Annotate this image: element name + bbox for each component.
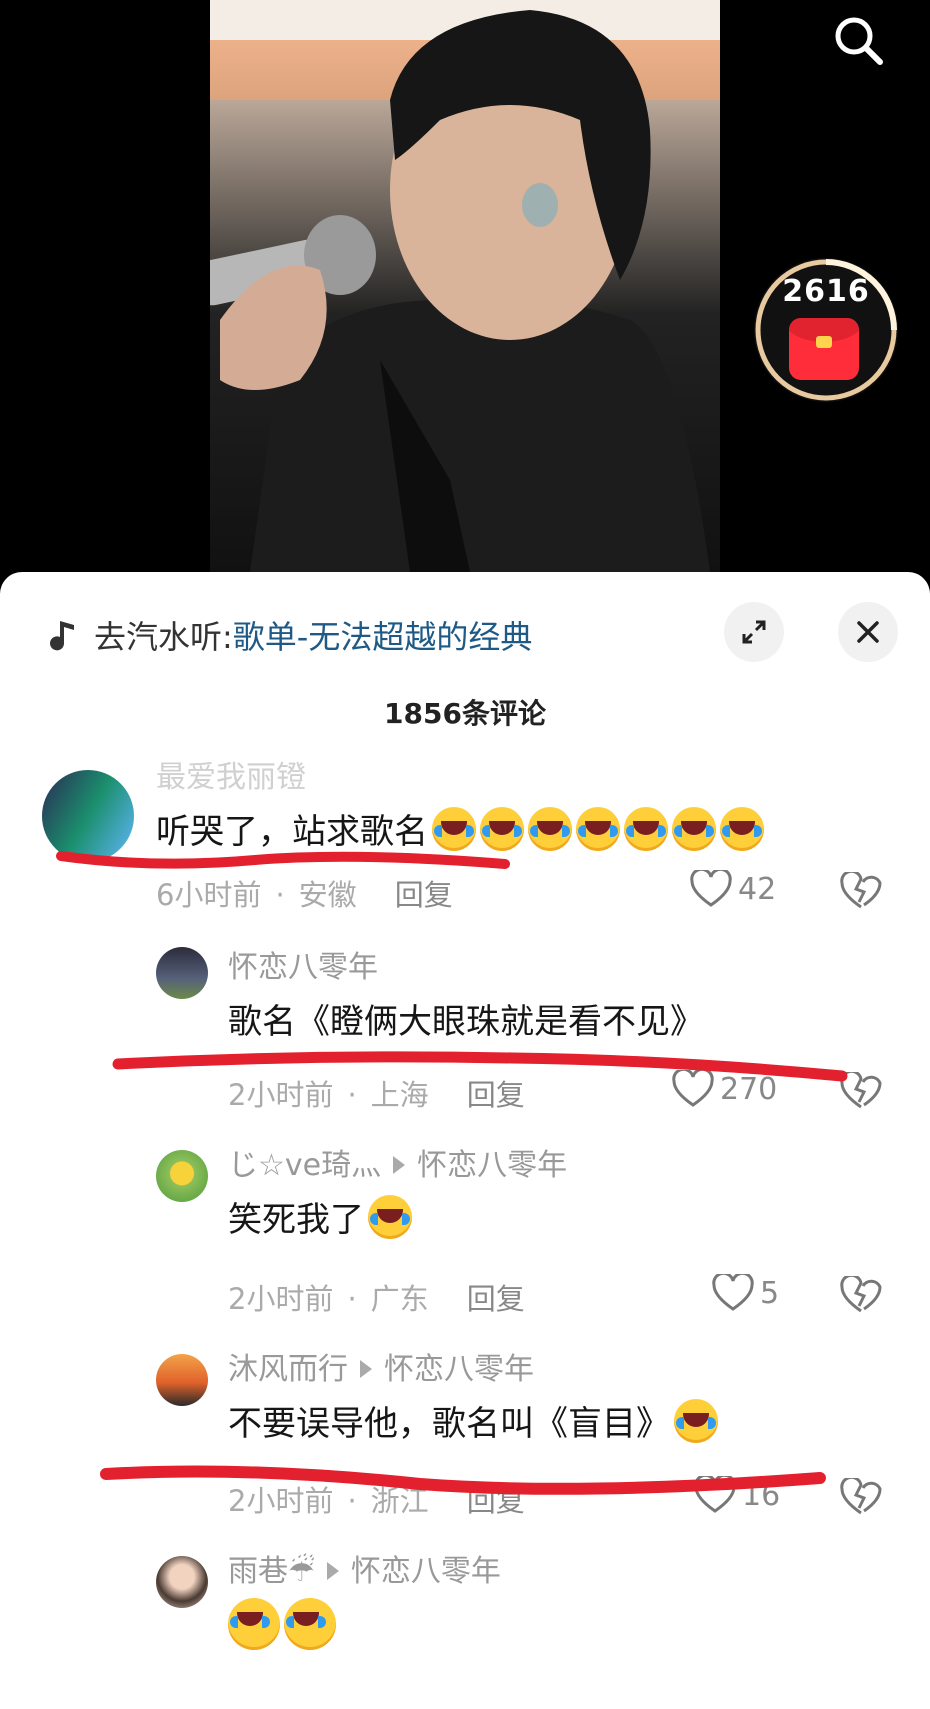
reply-arrow-icon xyxy=(393,1156,406,1174)
reply-button[interactable]: 回复 xyxy=(467,1078,525,1112)
comment-meta: 2小时前 · 上海 回复 xyxy=(228,1078,525,1112)
comment-region: 浙江 xyxy=(370,1484,429,1518)
comment-body: 听哭了，站求歌名 xyxy=(156,812,428,852)
heart-icon xyxy=(694,1476,736,1513)
singer-image xyxy=(210,10,710,572)
comment-username[interactable]: 怀恋八零年 xyxy=(228,942,378,986)
music-link[interactable]: 去汽水听: 歌单-无法超越的经典 xyxy=(46,612,532,658)
like-count: 270 xyxy=(720,1071,778,1107)
expand-icon xyxy=(742,620,766,644)
heart-icon xyxy=(672,1070,714,1107)
reply-button[interactable]: 回复 xyxy=(395,878,453,912)
comment-text xyxy=(228,1598,336,1651)
crying-laughing-emoji-icon xyxy=(720,807,764,851)
search-icon xyxy=(835,17,883,65)
comment-region: 广东 xyxy=(370,1282,429,1316)
sheet-bottom-edge xyxy=(0,1696,930,1709)
playlist-link[interactable]: 歌单-无法超越的经典 xyxy=(233,612,533,658)
like-button[interactable]: 270 xyxy=(672,1070,777,1108)
crying-laughing-emoji-icon xyxy=(528,807,572,851)
comment-meta: 2小时前 · 广东 回复 xyxy=(228,1282,525,1316)
reply-arrow-icon xyxy=(360,1360,372,1378)
comment-region: 上海 xyxy=(370,1078,429,1112)
like-count: 42 xyxy=(738,871,777,907)
crying-laughing-emoji-icon xyxy=(672,807,716,851)
comment-body: 不要误导他，歌名叫《盲目》 xyxy=(228,1404,670,1444)
comment-username: 雨巷☔ 怀恋八零年 xyxy=(228,1546,501,1590)
video-area[interactable]: 2616 xyxy=(0,0,930,600)
comment-meta: 2小时前 · 浙江 回复 xyxy=(228,1484,525,1518)
reply-button[interactable]: 回复 xyxy=(467,1484,525,1518)
reply-author[interactable]: 雨巷☔ xyxy=(228,1554,315,1589)
broken-heart-icon[interactable] xyxy=(840,1276,882,1314)
avatar[interactable] xyxy=(156,947,208,999)
crying-laughing-emoji-icon xyxy=(576,807,620,851)
video-frame[interactable] xyxy=(210,0,720,572)
comment-meta: 6小时前 · 安徽 回复 xyxy=(156,878,453,912)
avatar[interactable] xyxy=(156,1354,208,1406)
avatar[interactable] xyxy=(156,1556,208,1608)
comment-text: 听哭了，站求歌名 xyxy=(156,804,764,853)
crying-laughing-emoji-icon xyxy=(432,807,476,851)
red-envelope-icon xyxy=(789,318,859,380)
crying-laughing-emoji-icon xyxy=(228,1598,280,1650)
crying-laughing-emoji-icon xyxy=(480,807,524,851)
crying-laughing-emoji-icon xyxy=(674,1399,718,1443)
music-note-icon xyxy=(50,621,74,651)
like-count: 16 xyxy=(742,1477,781,1513)
reply-button[interactable]: 回复 xyxy=(467,1282,525,1316)
expand-button[interactable] xyxy=(724,602,784,662)
comment-username[interactable]: 最爱我丽镫 xyxy=(156,752,306,796)
comment-time: 6小时前 xyxy=(156,878,262,912)
broken-heart-icon[interactable] xyxy=(840,1072,882,1110)
heart-icon xyxy=(712,1274,754,1311)
comment-time: 2小时前 xyxy=(228,1078,334,1112)
comment-region: 安徽 xyxy=(298,878,357,912)
close-icon xyxy=(857,621,879,643)
comment-text: 歌名《瞪俩大眼珠就是看不见》 xyxy=(228,1002,704,1042)
reply-target[interactable]: 怀恋八零年 xyxy=(384,1352,534,1387)
heart-icon xyxy=(690,870,732,907)
avatar[interactable] xyxy=(42,770,134,862)
like-button[interactable]: 16 xyxy=(694,1476,780,1514)
reply-author[interactable]: 沐风而行 xyxy=(228,1352,348,1387)
broken-heart-icon[interactable] xyxy=(840,872,882,910)
reply-author[interactable]: じ☆ve琦灬 xyxy=(228,1148,381,1183)
comment-sheet: 去汽水听: 歌单-无法超越的经典 1856条评论 最爱我丽镫 听哭了，站求歌名 … xyxy=(0,572,930,1709)
comment-count: 1856条评论 xyxy=(384,697,546,730)
close-button[interactable] xyxy=(838,602,898,662)
comment-username: 沐风而行 怀恋八零年 xyxy=(228,1344,534,1388)
like-button[interactable]: 5 xyxy=(712,1274,779,1312)
reply-arrow-icon xyxy=(326,1562,339,1580)
music-prefix: 去汽水听: xyxy=(94,618,233,656)
crying-laughing-emoji-icon xyxy=(284,1598,336,1650)
comment-body: 笑死我了 xyxy=(228,1200,364,1240)
like-count: 5 xyxy=(760,1275,780,1311)
comment-text: 不要误导他，歌名叫《盲目》 xyxy=(228,1396,718,1445)
reply-target[interactable]: 怀恋八零年 xyxy=(417,1148,567,1183)
avatar[interactable] xyxy=(156,1150,208,1202)
reply-target[interactable]: 怀恋八零年 xyxy=(351,1554,501,1589)
red-packet-count: 2616 xyxy=(782,274,870,309)
crying-laughing-emoji-icon xyxy=(368,1195,412,1239)
comment-text: 笑死我了 xyxy=(228,1192,412,1241)
comment-time: 2小时前 xyxy=(228,1282,334,1316)
comment-time: 2小时前 xyxy=(228,1484,334,1518)
broken-heart-icon[interactable] xyxy=(840,1478,882,1516)
red-packet-button[interactable]: 2616 xyxy=(754,258,898,402)
crying-laughing-emoji-icon xyxy=(624,807,668,851)
comment-username: じ☆ve琦灬 怀恋八零年 xyxy=(228,1140,567,1184)
like-button[interactable]: 42 xyxy=(690,870,776,908)
search-button[interactable] xyxy=(832,14,886,68)
